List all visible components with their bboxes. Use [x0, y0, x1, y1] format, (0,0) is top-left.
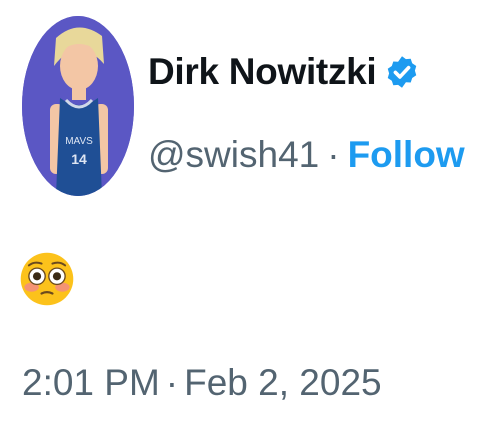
tweet-time: 2:01 PM	[22, 362, 160, 403]
author-handle-row: @swish41 · Follow	[148, 127, 465, 183]
author-handle[interactable]: @swish41	[148, 134, 319, 176]
author-display-name[interactable]: Dirk Nowitzki	[148, 51, 377, 93]
follow-button[interactable]: Follow	[348, 134, 465, 176]
timestamp-separator: ·	[165, 362, 179, 403]
jersey-number: 14	[71, 151, 87, 167]
flushed-face-emoji-icon	[18, 250, 76, 308]
svg-text:MAVS: MAVS	[65, 136, 93, 147]
separator-dot: ·	[327, 134, 340, 175]
avatar-illustration: MAVS 14	[22, 16, 134, 196]
author-avatar[interactable]: MAVS 14	[22, 16, 134, 196]
tweet-card: MAVS 14 Dirk Nowitzki @swish41 · Follow	[0, 0, 500, 440]
verified-badge-icon	[384, 54, 420, 90]
author-name-row: Dirk Nowitzki	[148, 42, 420, 102]
tweet-timestamp[interactable]: 2:01 PM · Feb 2, 2025	[22, 362, 382, 404]
tweet-date: Feb 2, 2025	[184, 362, 382, 403]
